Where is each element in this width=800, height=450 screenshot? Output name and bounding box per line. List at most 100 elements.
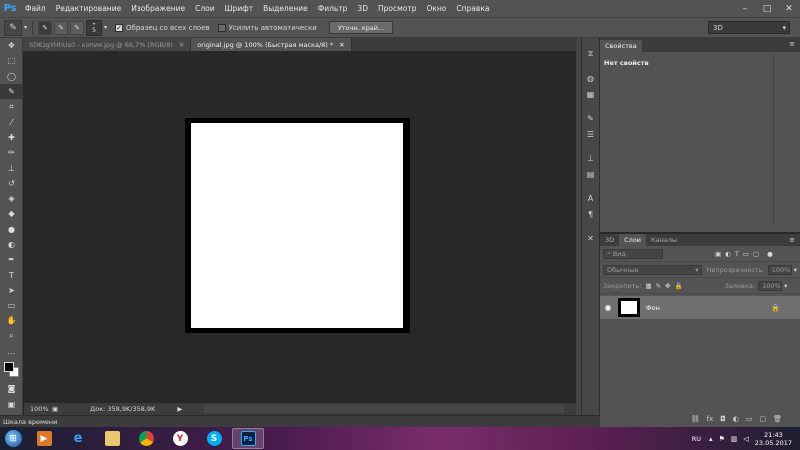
move-tool-icon[interactable]: ✥: [0, 38, 23, 53]
menu-3d[interactable]: 3D: [352, 4, 373, 13]
styles-panel-icon[interactable]: ▤: [582, 166, 599, 182]
brush-dropdown-arrow-icon[interactable]: ▾: [104, 24, 107, 31]
layer-row[interactable]: ◉ Фон 🔒: [600, 296, 800, 319]
swatches-panel-icon[interactable]: ▦: [582, 86, 599, 102]
dodge-tool-icon[interactable]: ◐: [0, 237, 23, 252]
crop-tool-icon[interactable]: ⌗: [0, 99, 23, 114]
foreground-color-swatch[interactable]: [4, 362, 14, 373]
tab-channels[interactable]: Каналы: [646, 234, 682, 246]
marquee-tool-icon[interactable]: ⬚: [0, 53, 23, 68]
clock[interactable]: 21:43 23.05.2017: [755, 431, 792, 447]
new-selection-mode-button[interactable]: ✎: [38, 20, 53, 35]
taskbar-chrome[interactable]: [130, 428, 162, 449]
eraser-tool-icon[interactable]: ◈: [0, 191, 23, 206]
auto-enhance-checkbox[interactable]: [217, 23, 226, 32]
zoom-level[interactable]: 100%: [24, 405, 52, 413]
sample-all-layers-checkbox[interactable]: ✓: [115, 23, 124, 32]
minimize-button[interactable]: –: [734, 4, 756, 14]
delete-layer-icon[interactable]: 🗑: [773, 415, 782, 423]
hand-tool-icon[interactable]: ✋: [0, 313, 23, 328]
tray-arrow-icon[interactable]: ▴: [709, 435, 713, 443]
add-selection-mode-button[interactable]: ✎: [54, 20, 69, 35]
blend-mode-select[interactable]: Обычные ▾: [603, 264, 703, 275]
canvas-area[interactable]: [24, 51, 576, 403]
blur-tool-icon[interactable]: ●: [0, 222, 23, 237]
close-icon[interactable]: ✕: [339, 41, 344, 49]
panel-menu-icon[interactable]: ≡: [789, 40, 795, 48]
clone-stamp-tool-icon[interactable]: ⊥: [0, 160, 23, 175]
menu-file[interactable]: Файл: [20, 4, 51, 13]
refine-edge-button[interactable]: Уточн. край...: [328, 21, 394, 34]
status-info-icon[interactable]: ▣: [52, 405, 58, 413]
photoshop-logo[interactable]: Ps: [0, 0, 20, 17]
document-canvas[interactable]: [185, 118, 410, 333]
network-icon[interactable]: ▥: [731, 435, 738, 443]
rectangle-tool-icon[interactable]: ▭: [0, 298, 23, 313]
panel-menu-icon[interactable]: ≡: [789, 236, 795, 244]
menu-image[interactable]: Изображение: [126, 4, 190, 13]
opacity-field[interactable]: 100%: [767, 264, 792, 275]
taskbar-explorer[interactable]: [96, 428, 128, 449]
history-brush-tool-icon[interactable]: ↺: [0, 176, 23, 191]
language-indicator[interactable]: RU: [692, 435, 701, 443]
new-group-icon[interactable]: ▭: [746, 415, 753, 423]
tab-document-copy[interactable]: SDKzgYHhUs0 - копия.jpg @ 66,7% (RGB/8) …: [23, 38, 192, 51]
layer-filter-select[interactable]: ⌕ Вид: [603, 248, 663, 259]
tab-properties[interactable]: Свойства: [600, 40, 642, 52]
workspace-switcher[interactable]: 3D ▾: [708, 21, 790, 34]
zoom-tool-icon[interactable]: ⌕: [0, 329, 23, 344]
chevron-down-icon[interactable]: ▾: [794, 266, 797, 274]
quick-selection-preset-icon[interactable]: ✎: [4, 19, 22, 36]
type-tool-icon[interactable]: T: [0, 267, 23, 282]
quick-selection-tool-icon[interactable]: ✎: [0, 83, 23, 100]
color-panel-icon[interactable]: ◍: [582, 70, 599, 86]
eyedropper-tool-icon[interactable]: ⁄: [0, 114, 23, 129]
lasso-tool-icon[interactable]: ◯: [0, 69, 23, 84]
brush-tool-icon[interactable]: ✏: [0, 145, 23, 160]
close-button[interactable]: ✕: [778, 4, 800, 14]
flag-icon[interactable]: ⚑: [718, 435, 724, 443]
fill-field[interactable]: 100%: [758, 280, 783, 291]
taskbar-internet-explorer[interactable]: e: [62, 428, 94, 449]
brush-panel-icon[interactable]: ✎: [582, 110, 599, 126]
tab-layers[interactable]: Слои: [619, 234, 647, 246]
auto-enhance-option[interactable]: Усилить автоматически: [217, 23, 317, 32]
color-swatches[interactable]: [0, 359, 22, 381]
adjustment-layer-icon[interactable]: ◐: [733, 415, 739, 423]
menu-view[interactable]: Просмотр: [373, 4, 422, 13]
properties-scrollbar[interactable]: [773, 54, 774, 226]
brush-size-picker[interactable]: • 5: [86, 19, 103, 36]
taskbar-media-player[interactable]: ▶: [28, 428, 60, 449]
volume-icon[interactable]: ◁: [743, 435, 748, 443]
layer-style-icon[interactable]: fx: [707, 415, 714, 423]
tab-3d[interactable]: 3D: [600, 234, 619, 246]
menu-select[interactable]: Выделение: [258, 4, 313, 13]
visibility-eye-icon[interactable]: ◉: [600, 303, 616, 312]
menu-filter[interactable]: Фильтр: [313, 4, 353, 13]
more-tools-icon[interactable]: …: [0, 344, 23, 359]
paint-bucket-tool-icon[interactable]: ◆: [0, 206, 23, 221]
character-panel-icon[interactable]: A: [582, 190, 599, 206]
screen-mode-icon[interactable]: ▣: [0, 397, 23, 412]
canvas-image[interactable]: [191, 123, 403, 328]
path-selection-tool-icon[interactable]: ➤: [0, 283, 23, 298]
subtract-selection-mode-button[interactable]: ✎: [70, 20, 85, 35]
taskbar-yandex[interactable]: Y: [164, 428, 196, 449]
chevron-down-icon[interactable]: ▾: [784, 282, 787, 290]
taskbar-photoshop[interactable]: Ps: [232, 428, 264, 449]
tab-document-original[interactable]: original.jpg @ 100% (Быстрая маска/8) * …: [191, 38, 352, 51]
menu-help[interactable]: Справка: [451, 4, 494, 13]
menu-type[interactable]: Шрифт: [220, 4, 258, 13]
filter-toggle-icon[interactable]: ●: [767, 250, 773, 258]
clone-source-panel-icon[interactable]: ⊥: [582, 150, 599, 166]
sample-all-layers-option[interactable]: ✓ Образец со всех слоев: [115, 23, 210, 32]
maximize-button[interactable]: □: [756, 4, 778, 14]
add-mask-icon[interactable]: ◘: [720, 415, 726, 423]
pen-tool-icon[interactable]: ✒: [0, 252, 23, 267]
taskbar-skype[interactable]: S: [198, 428, 230, 449]
timeline-panel-bar[interactable]: Шкала времени: [0, 415, 600, 427]
link-layers-icon[interactable]: ⛓: [691, 415, 700, 423]
close-icon[interactable]: ✕: [179, 41, 184, 49]
layer-name[interactable]: Фон: [646, 304, 660, 312]
new-layer-icon[interactable]: ▢: [759, 415, 766, 423]
